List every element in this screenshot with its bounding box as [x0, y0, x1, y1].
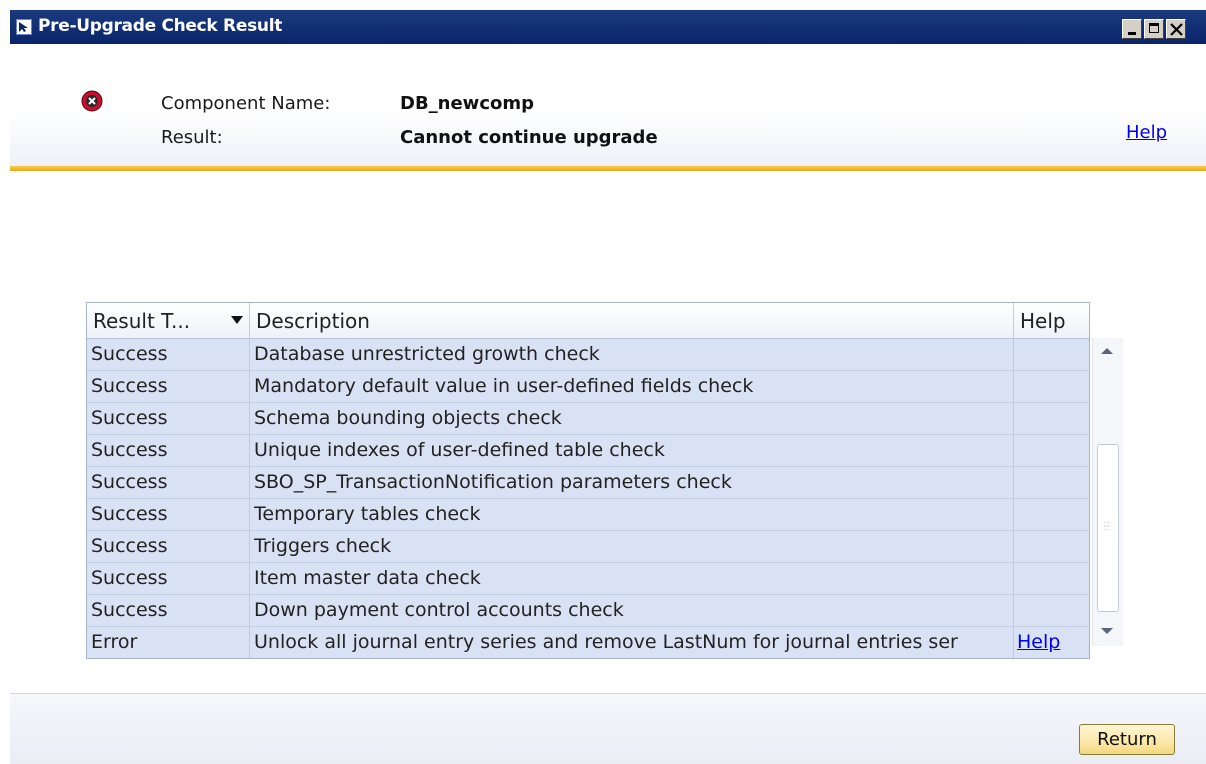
scroll-up-icon[interactable]	[1101, 348, 1113, 354]
close-icon	[1170, 23, 1183, 36]
scrollbar-thumb[interactable]: ∷ ∷	[1097, 444, 1119, 612]
check-results-grid[interactable]: Result T... Description Help Success Dat…	[86, 302, 1090, 659]
title-bar[interactable]: Pre-Upgrade Check Result	[10, 10, 1206, 44]
table-row[interactable]: Error Unlock all journal entry series an…	[87, 627, 1089, 658]
description-cell: SBO_SP_TransactionNotification parameter…	[250, 467, 1014, 498]
dialog-footer	[10, 693, 1206, 764]
description-cell: Temporary tables check	[250, 499, 1014, 530]
table-row[interactable]: Success Unique indexes of user-defined t…	[87, 435, 1089, 467]
table-row[interactable]: Success Triggers check	[87, 531, 1089, 563]
result-type-cell: Success	[87, 403, 250, 434]
help-cell	[1014, 339, 1089, 370]
description-cell: Mandatory default value in user-defined …	[250, 371, 1014, 402]
row-help-link[interactable]: Help	[1014, 627, 1089, 658]
result-type-cell: Success	[87, 563, 250, 594]
column-header-description[interactable]: Description	[250, 303, 1014, 338]
help-cell	[1014, 595, 1089, 626]
table-row[interactable]: Success Down payment control accounts ch…	[87, 595, 1089, 627]
window-title: Pre-Upgrade Check Result	[38, 16, 283, 36]
scroll-down-icon[interactable]	[1101, 628, 1113, 634]
result-type-cell: Error	[87, 627, 250, 658]
description-cell: Database unrestricted growth check	[250, 339, 1014, 370]
grid-vertical-scrollbar[interactable]: ∷ ∷	[1092, 338, 1123, 646]
grip-icon: ∷ ∷	[1104, 520, 1110, 533]
table-row[interactable]: Success Mandatory default value in user-…	[87, 371, 1089, 403]
sort-down-icon[interactable]	[231, 316, 243, 324]
description-cell: Unlock all journal entry series and remo…	[250, 627, 1014, 658]
error-icon	[81, 90, 103, 112]
component-name-value: DB_newcomp	[400, 93, 534, 114]
result-value: Cannot continue upgrade	[400, 127, 658, 148]
result-type-cell: Success	[87, 467, 250, 498]
help-cell	[1014, 371, 1089, 402]
description-cell: Unique indexes of user-defined table che…	[250, 435, 1014, 466]
column-header-result-type-label: Result T...	[93, 309, 191, 333]
help-cell	[1014, 531, 1089, 562]
description-cell: Item master data check	[250, 563, 1014, 594]
help-cell	[1014, 563, 1089, 594]
result-type-cell: Success	[87, 339, 250, 370]
window-app-icon[interactable]	[16, 19, 32, 35]
result-type-cell: Success	[87, 595, 250, 626]
description-cell: Schema bounding objects check	[250, 403, 1014, 434]
result-type-cell: Success	[87, 499, 250, 530]
description-cell: Down payment control accounts check	[250, 595, 1014, 626]
help-cell	[1014, 467, 1089, 498]
table-row[interactable]: Success Item master data check	[87, 563, 1089, 595]
help-cell	[1014, 403, 1089, 434]
minimize-button[interactable]	[1122, 19, 1142, 39]
table-row[interactable]: Success Database unrestricted growth che…	[87, 339, 1089, 371]
column-header-result-type[interactable]: Result T...	[87, 303, 250, 338]
description-cell: Triggers check	[250, 531, 1014, 562]
column-header-help[interactable]: Help	[1014, 303, 1089, 338]
component-name-label: Component Name:	[161, 93, 331, 114]
return-button[interactable]: Return	[1079, 724, 1175, 755]
maximize-icon	[1149, 23, 1159, 33]
table-row[interactable]: Success Schema bounding objects check	[87, 403, 1089, 435]
header-help-link[interactable]: Help	[1126, 122, 1167, 143]
result-type-cell: Success	[87, 531, 250, 562]
grid-header: Result T... Description Help	[87, 303, 1089, 339]
help-cell	[1014, 499, 1089, 530]
table-row[interactable]: Success SBO_SP_TransactionNotification p…	[87, 467, 1089, 499]
help-cell	[1014, 435, 1089, 466]
result-type-cell: Success	[87, 371, 250, 402]
header-divider	[10, 166, 1206, 171]
result-type-cell: Success	[87, 435, 250, 466]
minimize-icon	[1128, 32, 1136, 35]
maximize-button[interactable]	[1144, 19, 1164, 39]
result-label: Result:	[161, 127, 223, 148]
table-row[interactable]: Success Temporary tables check	[87, 499, 1089, 531]
close-button[interactable]	[1166, 19, 1186, 39]
